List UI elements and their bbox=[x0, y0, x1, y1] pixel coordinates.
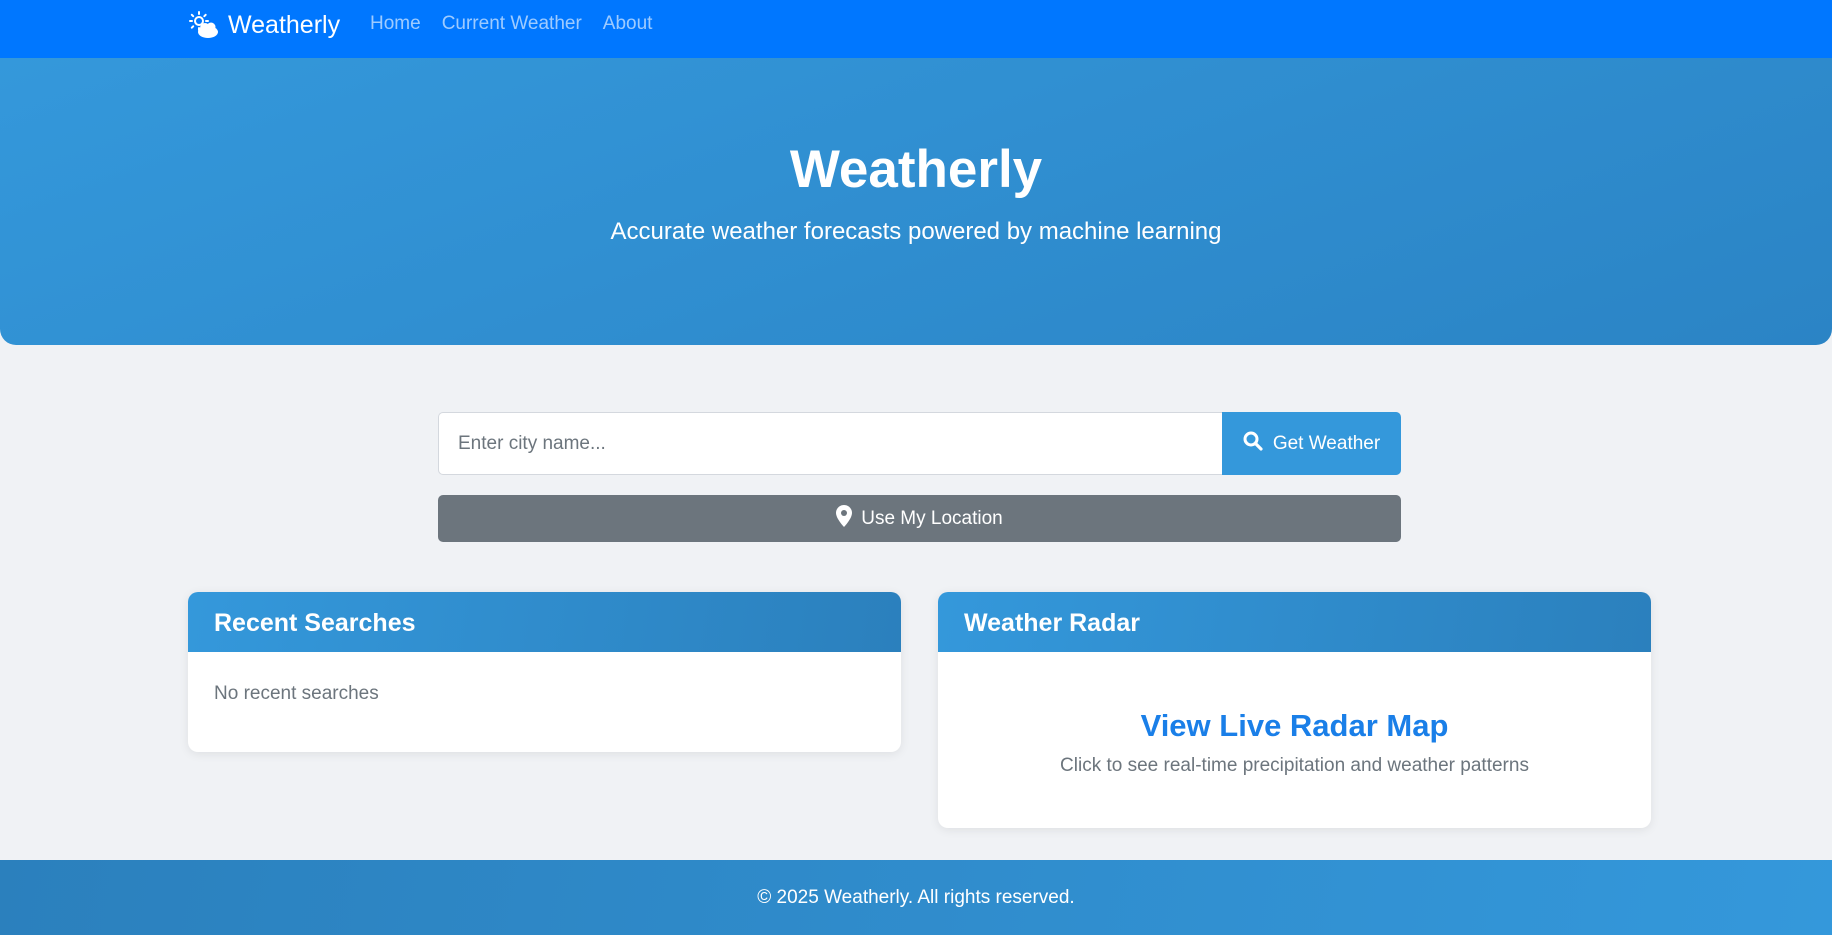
city-search-input[interactable] bbox=[438, 412, 1222, 475]
weather-radar-body: View Live Radar Map Click to see real-ti… bbox=[938, 706, 1651, 778]
hero-title: Weatherly bbox=[789, 140, 1043, 199]
navbar: Weatherly Home Current Weather About bbox=[0, 0, 1832, 58]
nav-link-current-weather[interactable]: Current Weather bbox=[442, 12, 582, 36]
hero-subtitle: Accurate weather forecasts powered by ma… bbox=[610, 218, 1222, 245]
footer-copyright: © 2025 Weatherly. All rights reserved. bbox=[757, 887, 1075, 908]
weather-radar-card: Weather Radar View Live Radar Map Click … bbox=[938, 592, 1651, 828]
recent-searches-empty: No recent searches bbox=[214, 683, 379, 704]
view-radar-map-link[interactable]: View Live Radar Map bbox=[938, 706, 1651, 746]
brand-name: Weatherly bbox=[228, 10, 341, 39]
hero-banner: Weatherly Accurate weather forecasts pow… bbox=[0, 58, 1832, 345]
recent-searches-card: Recent Searches No recent searches bbox=[188, 592, 901, 752]
nav-link-about[interactable]: About bbox=[603, 12, 653, 36]
use-my-location-button[interactable]: Use My Location bbox=[438, 495, 1401, 542]
radar-description: Click to see real-time precipitation and… bbox=[1060, 755, 1529, 776]
recent-searches-title: Recent Searches bbox=[188, 592, 901, 652]
weather-radar-title: Weather Radar bbox=[938, 592, 1651, 652]
brand-link[interactable]: Weatherly bbox=[188, 8, 340, 42]
nav-link-home[interactable]: Home bbox=[370, 12, 421, 36]
use-my-location-label: Use My Location bbox=[861, 507, 1003, 529]
footer: © 2025 Weatherly. All rights reserved. bbox=[0, 860, 1832, 935]
search-group: Get Weather bbox=[438, 412, 1401, 475]
search-icon bbox=[1243, 431, 1263, 457]
sun-cloud-icon bbox=[188, 10, 220, 40]
get-weather-button[interactable]: Get Weather bbox=[1222, 412, 1401, 475]
get-weather-label: Get Weather bbox=[1272, 432, 1381, 454]
nav-links: Home Current Weather About bbox=[370, 12, 652, 36]
map-pin-icon bbox=[836, 504, 853, 533]
